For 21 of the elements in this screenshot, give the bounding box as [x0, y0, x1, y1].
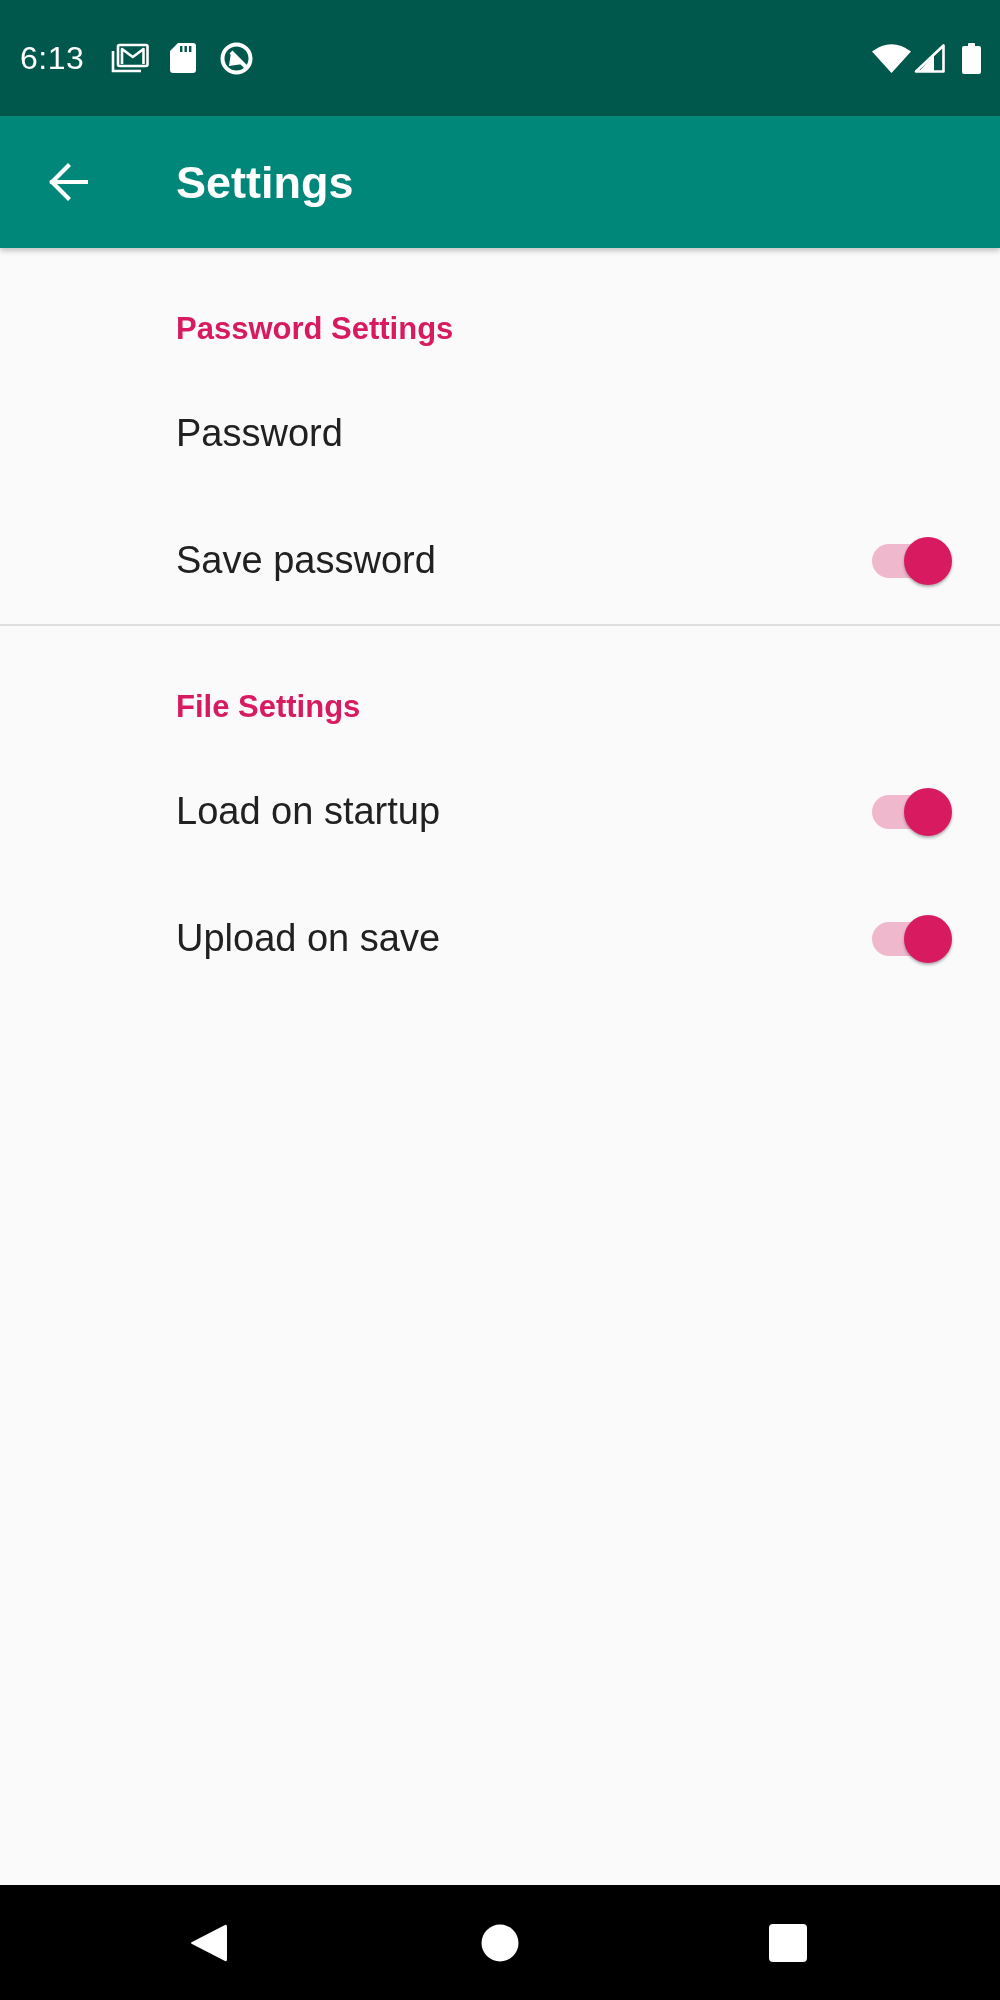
preference-title: Upload on save: [176, 916, 441, 961]
toggle-switch[interactable]: [872, 787, 952, 836]
preference-title[interactable]: Password: [176, 411, 343, 456]
sd-card-icon: [170, 43, 197, 73]
nav-back-icon[interactable]: [190, 1922, 228, 1963]
battery-icon: [962, 42, 981, 74]
category-title: File Settings: [176, 690, 361, 724]
back-icon[interactable]: [48, 163, 88, 201]
nav-home-icon[interactable]: [481, 1923, 519, 1962]
nav-recents-icon[interactable]: [768, 1922, 808, 1963]
preference-title: Save password: [176, 538, 436, 583]
app-bar-title: Settings: [176, 159, 354, 205]
toggle-switch[interactable]: [872, 536, 952, 585]
ring-icon: [219, 41, 255, 75]
wifi-icon: [872, 43, 911, 73]
toggle-switch[interactable]: [872, 914, 952, 963]
status-time: 6:13: [20, 42, 85, 74]
signal-icon: [914, 43, 945, 73]
category-title: Password Settings: [176, 312, 454, 346]
mail-icon: [111, 43, 150, 73]
preference-title: Load on startup: [176, 789, 441, 834]
